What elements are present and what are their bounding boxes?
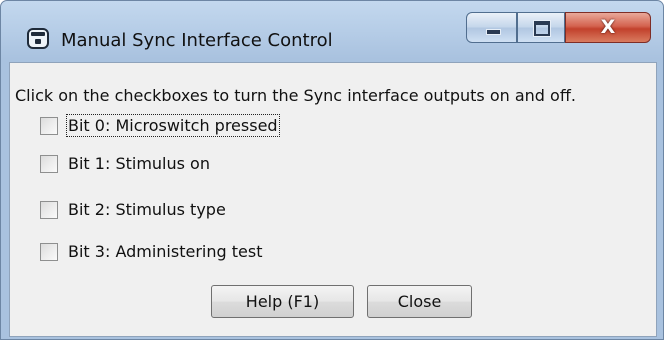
window-title: Manual Sync Interface Control — [61, 30, 333, 51]
checkbox-label[interactable]: Bit 0: Microswitch pressed — [66, 114, 280, 137]
minimize-icon — [486, 29, 501, 35]
window-controls: X — [466, 12, 656, 45]
checkbox-box[interactable] — [40, 117, 58, 135]
app-window-icon[interactable] — [27, 28, 49, 49]
minimize-button[interactable] — [466, 12, 517, 43]
close-button[interactable]: Close — [367, 285, 472, 318]
dialog-body: Click on the checkboxes to turn the Sync… — [9, 62, 657, 337]
checkbox-label[interactable]: Bit 3: Administering test — [68, 242, 262, 261]
dialog-window: Manual Sync Interface Control X Click on… — [0, 0, 664, 340]
checkbox-box[interactable] — [40, 201, 58, 219]
maximize-icon — [534, 21, 550, 36]
instruction-text: Click on the checkboxes to turn the Sync… — [15, 86, 576, 105]
title-bar[interactable]: Manual Sync Interface Control X — [1, 1, 663, 61]
close-window-button[interactable]: X — [565, 12, 651, 43]
checkbox-box[interactable] — [40, 243, 58, 261]
help-button[interactable]: Help (F1) — [211, 285, 354, 318]
maximize-button[interactable] — [517, 12, 565, 43]
close-icon: X — [600, 16, 616, 38]
checkbox-label[interactable]: Bit 2: Stimulus type — [68, 200, 226, 219]
checkbox-box[interactable] — [40, 155, 58, 173]
checkbox-label[interactable]: Bit 1: Stimulus on — [68, 154, 210, 173]
